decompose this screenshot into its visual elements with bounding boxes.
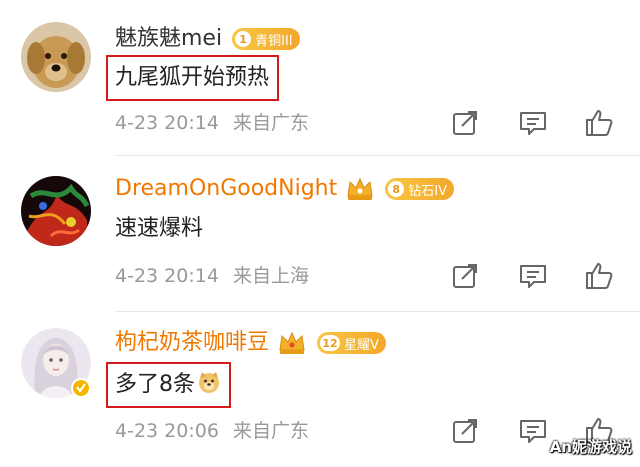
badge-text: 星耀V <box>344 337 379 353</box>
comment-text-value: 速速爆料 <box>115 216 204 241</box>
username-row: 枸杞奶茶咖啡豆 12 星耀V <box>115 328 386 358</box>
username[interactable]: 枸杞奶茶咖啡豆 <box>115 328 269 358</box>
comment-meta: 4-23 20:06 来自广东 <box>115 418 309 444</box>
avatar[interactable] <box>21 176 91 246</box>
comment-item: DreamOnGoodNight 8 钻石IV 速速爆料 4-23 20:14 … <box>0 156 640 311</box>
comment-item: 枸杞奶茶咖啡豆 12 星耀V 多了8条 4-23 20:06 来自广东 <box>0 312 640 467</box>
share-icon[interactable] <box>450 416 480 446</box>
comment-actions <box>440 261 630 291</box>
comment-icon[interactable] <box>518 261 548 291</box>
fan-level-badge[interactable]: 12 星耀V <box>317 332 386 354</box>
username-row: DreamOnGoodNight 8 钻石IV <box>115 174 454 204</box>
comment-location: 来自广东 <box>232 420 309 442</box>
comment-text: 多了8条 <box>106 362 231 408</box>
comment-text-value: 多了8条 <box>115 372 195 397</box>
comment-time: 4-23 20:06 <box>115 420 219 442</box>
username[interactable]: DreamOnGoodNight <box>115 174 337 204</box>
comment-time: 4-23 20:14 <box>115 112 219 134</box>
fan-level-badge[interactable]: 8 钻石IV <box>385 178 454 200</box>
comment-time: 4-23 20:14 <box>115 265 219 287</box>
badge-text: 青铜III <box>255 33 293 49</box>
crown-icon <box>347 177 373 200</box>
verified-icon <box>71 378 91 398</box>
comment-meta: 4-23 20:14 来自广东 <box>115 110 309 136</box>
comment-text-value: 九尾狐开始预热 <box>115 65 270 90</box>
username-row: 魅族魅mei 1 青铜III <box>115 24 300 54</box>
comment-item: 魅族魅mei 1 青铜III 九尾狐开始预热 4-23 20:14 来自广东 <box>0 0 640 155</box>
share-icon[interactable] <box>450 261 480 291</box>
comment-actions <box>440 108 630 138</box>
comment-location: 来自广东 <box>232 112 309 134</box>
avatar[interactable] <box>21 22 91 92</box>
username[interactable]: 魅族魅mei <box>115 24 222 54</box>
comment-feed: 魅族魅mei 1 青铜III 九尾狐开始预热 4-23 20:14 来自广东 D… <box>0 0 640 467</box>
crown-icon <box>279 331 305 354</box>
comment-meta: 4-23 20:14 来自上海 <box>115 263 309 289</box>
share-icon[interactable] <box>450 108 480 138</box>
comment-text: 九尾狐开始预热 <box>106 55 280 101</box>
watermark: An妮游戏说 <box>549 438 632 456</box>
comment-icon[interactable] <box>518 416 548 446</box>
avatar[interactable] <box>21 328 91 398</box>
doge-emoji-icon <box>199 372 219 393</box>
like-icon[interactable] <box>584 108 614 138</box>
comment-text: 速速爆料 <box>115 212 203 246</box>
like-icon[interactable] <box>584 261 614 291</box>
badge-text: 钻石IV <box>408 183 447 199</box>
badge-level: 8 <box>388 181 405 197</box>
badge-level: 12 <box>320 335 341 351</box>
fan-level-badge[interactable]: 1 青铜III <box>232 28 300 50</box>
comment-location: 来自上海 <box>232 265 309 287</box>
comment-icon[interactable] <box>518 108 548 138</box>
badge-level: 1 <box>235 31 252 47</box>
